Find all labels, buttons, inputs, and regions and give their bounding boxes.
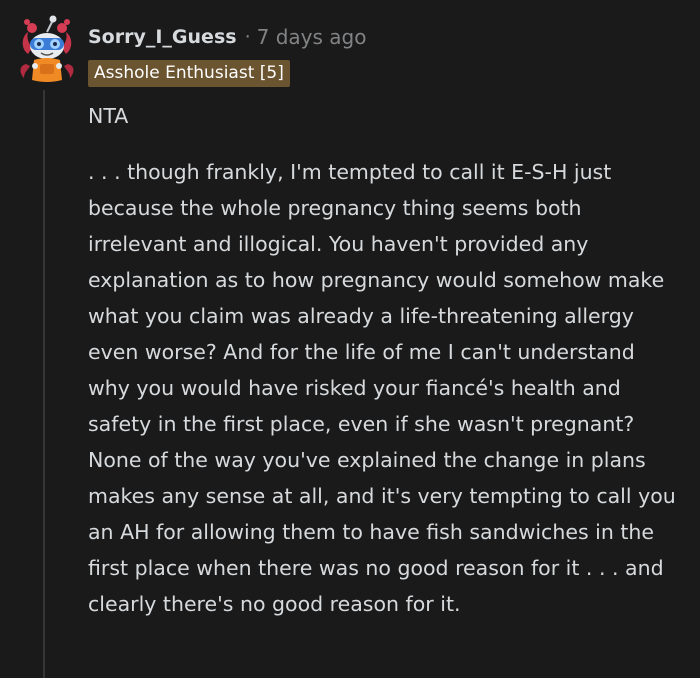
comment-header: Sorry_I_Guess · 7 days ago bbox=[88, 22, 366, 52]
comment: Sorry_I_Guess · 7 days ago Asshole Enthu… bbox=[0, 0, 700, 678]
thread-collapse-line[interactable] bbox=[43, 90, 45, 678]
comment-verdict: NTA bbox=[88, 104, 129, 128]
username-link[interactable]: Sorry_I_Guess bbox=[88, 26, 237, 48]
comment-body: NTA . . . though frankly, I'm tempted to… bbox=[88, 98, 678, 642]
user-flair: Asshole Enthusiast [5] bbox=[88, 60, 290, 87]
comment-paragraph: . . . though frankly, I'm tempted to cal… bbox=[88, 160, 676, 616]
user-avatar[interactable] bbox=[18, 14, 76, 84]
meta-separator: · bbox=[244, 26, 251, 48]
comment-timestamp[interactable]: 7 days ago bbox=[257, 25, 367, 49]
snoo-avatar-icon bbox=[20, 15, 74, 82]
